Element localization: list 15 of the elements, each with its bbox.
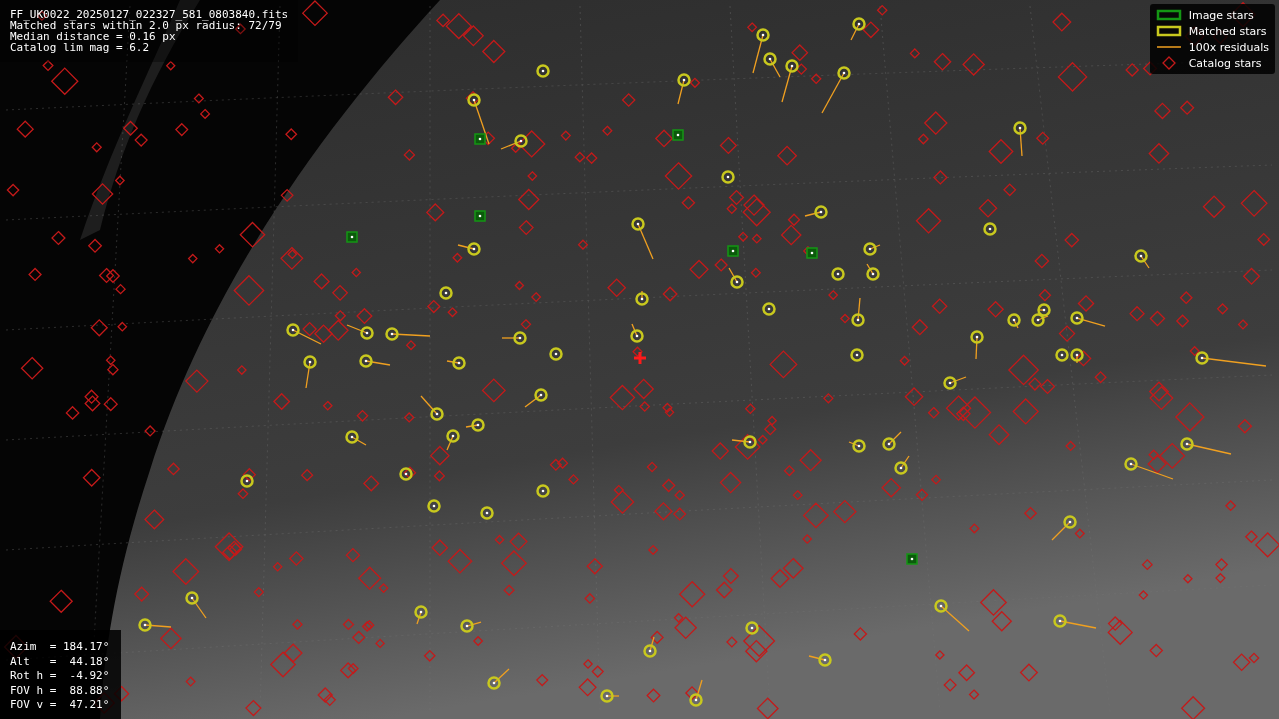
legend-label: Matched stars bbox=[1188, 24, 1267, 38]
center-cross-icon bbox=[632, 350, 648, 366]
pointing-text: Rot h = -4.92° bbox=[10, 670, 109, 683]
info-text: Median distance = 0.16 px bbox=[10, 31, 176, 42]
info-text: Catalog lim mag = 6.2 bbox=[10, 42, 151, 53]
info-text: Matched stars within 2.0 px radius: 72/79 bbox=[10, 20, 282, 31]
legend-label: Catalog stars bbox=[1188, 56, 1262, 70]
legend-label: Image stars bbox=[1188, 8, 1254, 22]
pointing-text: Azim = 184.17° bbox=[10, 641, 109, 654]
pointing-text: FOV h = 88.88° bbox=[10, 684, 109, 697]
square-marker-icon bbox=[1155, 8, 1182, 22]
file-name-text: FF_UK0022_20250127_022327_581_0803840.fits bbox=[10, 9, 289, 20]
pointing-text: FOV v = 47.21° bbox=[10, 699, 109, 712]
legend-label: 100x residuals bbox=[1188, 40, 1269, 54]
pointing-text: Alt = 44.18° bbox=[10, 655, 109, 668]
